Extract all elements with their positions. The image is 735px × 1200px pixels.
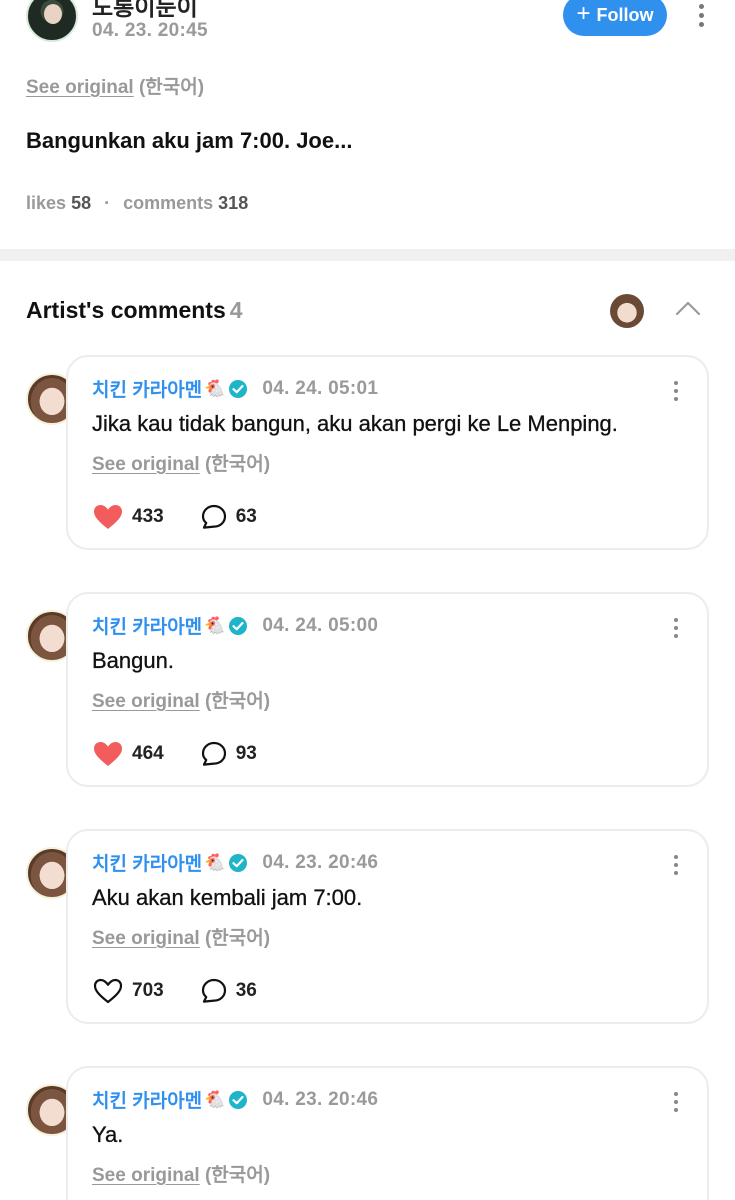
see-original-link[interactable]: See original (92, 928, 200, 949)
overflow-menu-icon[interactable] (698, 4, 704, 27)
chicken-emoji: 🐔 (204, 1089, 226, 1109)
comments-count[interactable]: 318 (218, 193, 248, 213)
follow-button[interactable]: + Follow (563, 0, 667, 36)
section-divider (0, 249, 735, 261)
see-original-row: See original (한국어) (26, 72, 204, 99)
overflow-menu-icon[interactable] (673, 381, 679, 401)
section-count: 4 (229, 297, 243, 323)
commenter-name[interactable]: 치킨 카라아멘 (92, 612, 202, 639)
original-language: (한국어) (138, 77, 205, 98)
chicken-emoji: 🐔 (204, 852, 226, 872)
original-language: (한국어) (204, 928, 271, 949)
heart-icon[interactable] (92, 740, 124, 768)
see-original-row: See original (한국어) (92, 449, 270, 476)
original-language: (한국어) (204, 691, 271, 712)
see-original-row: See original (한국어) (92, 923, 270, 950)
commenter-name[interactable]: 치킨 카라아멘 (92, 375, 202, 402)
original-language: (한국어) (204, 1165, 271, 1186)
comment-card: 치킨 카라아멘 🐔 04. 24. 05:01 Jika kau tidak b… (66, 355, 709, 550)
artist-avatar[interactable] (610, 294, 644, 328)
follow-label: Follow (596, 4, 654, 25)
comment-meta: 치킨 카라아멘 🐔 04. 23. 20:46 (92, 849, 378, 876)
verified-badge-icon (229, 379, 248, 398)
comment-actions: 433 63 (92, 503, 257, 531)
chevron-up-icon[interactable] (674, 298, 702, 318)
comment-text: Bangun. (92, 648, 174, 673)
comment-card: 치킨 카라아멘 🐔 04. 24. 05:00 Bangun. See orig… (66, 592, 709, 787)
original-language: (한국어) (204, 454, 271, 475)
commenter-name[interactable]: 치킨 카라아멘 (92, 1086, 202, 1113)
comment-bubble-icon[interactable] (200, 503, 228, 531)
post-stats: likes 58 · comments 318 (26, 193, 248, 214)
section-title-text: Artist's comments (26, 297, 226, 323)
author-name[interactable]: 도롱이둔이 (92, 0, 198, 22)
overflow-menu-icon[interactable] (673, 618, 679, 638)
comment-card: 치킨 카라아멘 🐔 04. 23. 20:46 Ya. See original… (66, 1066, 709, 1200)
verified-badge-icon (229, 1090, 248, 1109)
comment-timestamp: 04. 24. 05:00 (262, 614, 379, 636)
see-original-link[interactable]: See original (92, 454, 200, 475)
post-header: 도롱이둔이 04. 23. 20:45 + Follow (0, 0, 735, 60)
reply-count: 63 (235, 506, 257, 527)
comment-bubble-icon[interactable] (200, 740, 228, 768)
like-count: 703 (132, 980, 164, 1001)
comment-actions: 464 93 (92, 740, 257, 768)
reply-count: 36 (235, 980, 257, 1001)
comment-timestamp: 04. 23. 20:46 (262, 851, 379, 873)
heart-icon[interactable] (92, 503, 124, 531)
comment-timestamp: 04. 24. 05:01 (262, 377, 379, 399)
chicken-emoji: 🐔 (204, 378, 226, 398)
commenter-name[interactable]: 치킨 카라아멘 (92, 849, 202, 876)
see-original-link[interactable]: See original (92, 1165, 200, 1186)
like-count: 464 (132, 743, 164, 764)
comment-text: Ya. (92, 1122, 124, 1147)
heart-icon[interactable] (92, 977, 124, 1005)
like-count: 433 (132, 506, 164, 527)
comment-text: Jika kau tidak bangun, aku akan pergi ke… (92, 411, 618, 436)
likes-label: likes (26, 193, 67, 213)
comment-card: 치킨 카라아멘 🐔 04. 23. 20:46 Aku akan kembali… (66, 829, 709, 1024)
see-original-row: See original (한국어) (92, 686, 270, 713)
overflow-menu-icon[interactable] (673, 1092, 679, 1112)
author-avatar[interactable] (26, 0, 78, 42)
chicken-emoji: 🐔 (204, 615, 226, 635)
verified-badge-icon (229, 616, 248, 635)
comment-meta: 치킨 카라아멘 🐔 04. 23. 20:46 (92, 1086, 378, 1113)
stats-separator: · (104, 193, 111, 213)
post-text: Bangunkan aku jam 7:00. Joe... (26, 128, 353, 153)
comment-meta: 치킨 카라아멘 🐔 04. 24. 05:01 (92, 375, 378, 402)
plus-icon: + (576, 0, 591, 27)
post-timestamp: 04. 23. 20:45 (92, 20, 208, 41)
see-original-link[interactable]: See original (92, 691, 200, 712)
comment-timestamp: 04. 23. 20:46 (262, 1088, 379, 1110)
overflow-menu-icon[interactable] (673, 855, 679, 875)
likes-count: 58 (71, 193, 92, 213)
see-original-row: See original (한국어) (92, 1160, 270, 1187)
artist-comments-title: Artist's comments 4 (26, 297, 243, 324)
comment-bubble-icon[interactable] (200, 977, 228, 1005)
comment-text: Aku akan kembali jam 7:00. (92, 885, 363, 910)
comments-label[interactable]: comments (123, 193, 213, 213)
comment-actions: 703 36 (92, 977, 257, 1005)
reply-count: 93 (235, 743, 257, 764)
comment-meta: 치킨 카라아멘 🐔 04. 24. 05:00 (92, 612, 378, 639)
verified-badge-icon (229, 853, 248, 872)
see-original-link[interactable]: See original (26, 77, 134, 98)
